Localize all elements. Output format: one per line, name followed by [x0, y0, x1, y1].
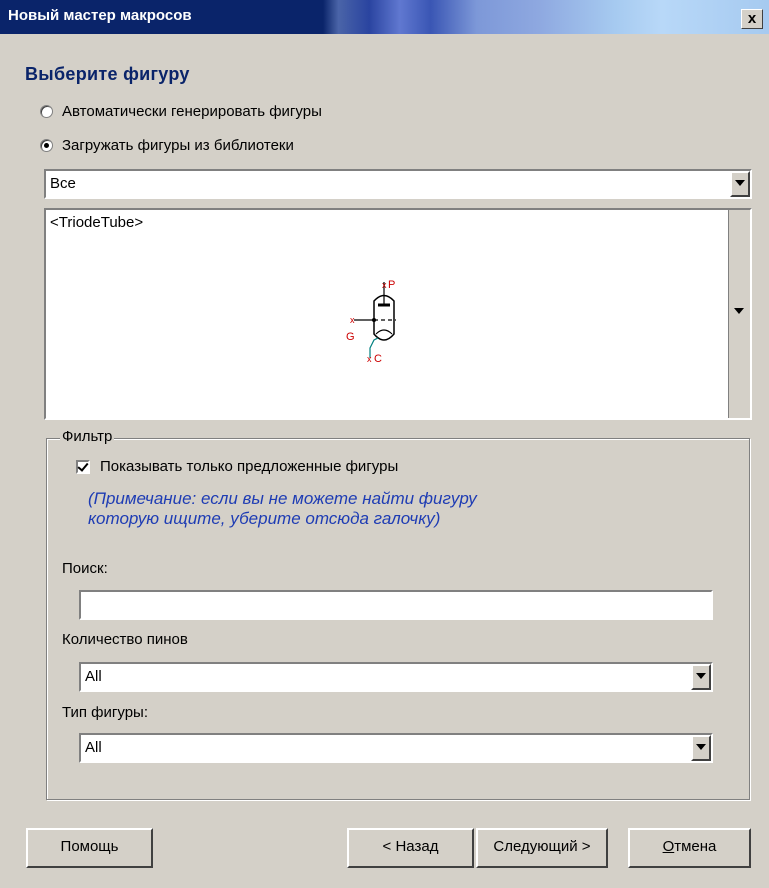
cancel-button-label: тмена: [674, 838, 717, 855]
cancel-button[interactable]: Отмена: [628, 828, 751, 868]
filter-group-label: Фильтр: [60, 428, 115, 445]
pin-count-select[interactable]: All: [79, 662, 713, 692]
pin-count-label: Количество пинов: [62, 631, 188, 648]
search-label: Поиск:: [62, 560, 108, 577]
svg-text:x: x: [367, 354, 372, 364]
help-button[interactable]: Помощь: [26, 828, 153, 868]
window-title: Новый мастер макросов: [8, 7, 192, 24]
radio-load-library[interactable]: Загружать фигуры из библиотеки: [40, 137, 294, 154]
shape-type-dropdown-button[interactable]: [691, 735, 711, 761]
filter-note-line1: (Примечание: если вы не можете найти фиг…: [88, 489, 477, 508]
filter-note: (Примечание: если вы не можете найти фиг…: [88, 489, 708, 529]
next-button[interactable]: Следующий >: [476, 828, 608, 868]
library-select-value: Все: [50, 175, 76, 192]
shape-preview: <TriodeTube> x P x G x C: [44, 208, 752, 420]
title-bar: Новый мастер макросов x: [0, 0, 769, 34]
library-select-dropdown-button[interactable]: [730, 171, 750, 197]
show-suggested-checkbox[interactable]: [76, 460, 90, 474]
back-button[interactable]: < Назад: [347, 828, 474, 868]
show-suggested-label[interactable]: Показывать только предложенные фигуры: [100, 458, 398, 475]
triode-tube-icon: x P x G x C: [346, 279, 396, 365]
shape-type-label: Тип фигуры:: [62, 704, 148, 721]
radio-load-library-indicator[interactable]: [40, 139, 53, 152]
filter-note-line2: которую ищите, уберите отсюда галочку): [88, 509, 441, 528]
page-heading: Выберите фигуру: [25, 64, 190, 84]
pin-label-g: G: [346, 331, 355, 343]
close-button[interactable]: x: [741, 9, 763, 29]
pin-label-c: C: [374, 353, 382, 365]
cancel-button-mnemonic: О: [662, 838, 675, 855]
svg-text:x: x: [350, 315, 355, 325]
pin-count-select-value: All: [85, 668, 102, 685]
search-input[interactable]: [79, 590, 713, 620]
svg-text:x: x: [382, 280, 387, 290]
shape-type-select[interactable]: All: [79, 733, 713, 763]
radio-auto-generate-label: Автоматически генерировать фигуры: [62, 103, 322, 120]
library-select[interactable]: Все: [44, 169, 752, 199]
pin-label-p: P: [388, 279, 395, 291]
shape-preview-name: <TriodeTube>: [50, 214, 144, 231]
preview-scroll-button[interactable]: [728, 210, 750, 418]
radio-auto-generate[interactable]: Автоматически генерировать фигуры: [40, 103, 322, 120]
shape-type-select-value: All: [85, 739, 102, 756]
radio-auto-generate-indicator[interactable]: [40, 105, 53, 118]
pin-count-dropdown-button[interactable]: [691, 664, 711, 690]
radio-load-library-label: Загружать фигуры из библиотеки: [62, 137, 294, 154]
